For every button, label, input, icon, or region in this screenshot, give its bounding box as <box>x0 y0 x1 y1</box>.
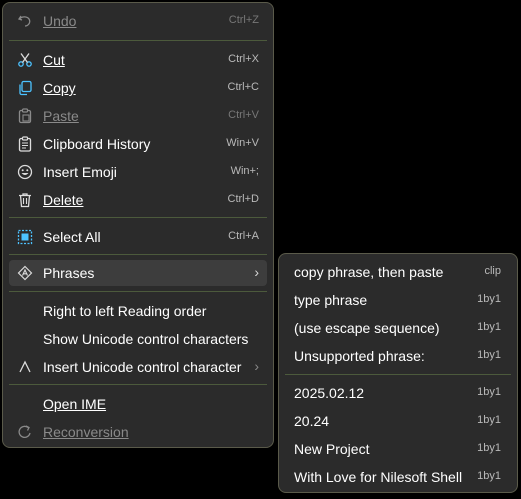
submenu-item-label: With Love for Nilesoft Shell <box>294 469 463 485</box>
phrases-submenu: copy phrase, then paste clip type phrase… <box>278 253 518 493</box>
shortcut-text: Ctrl+V <box>228 109 259 121</box>
menu-item-label: Reconversion <box>43 424 129 440</box>
menu-separator <box>9 291 267 292</box>
menu-item-insert-emoji[interactable]: Insert Emoji Win+; <box>9 159 267 185</box>
menu-item-label: Select All <box>43 229 101 245</box>
menu-item-label: Right to left Reading order <box>43 303 207 319</box>
menu-item-label: Insert Emoji <box>43 164 117 180</box>
submenu-item-label: 2025.02.12 <box>294 385 365 401</box>
menu-item-rtl-reading-order[interactable]: Right to left Reading order <box>9 298 267 324</box>
submenu-item[interactable]: Unsupported phrase: 1by1 <box>285 343 511 369</box>
submenu-item-tag: 1by1 <box>477 470 501 482</box>
copy-icon <box>17 80 33 96</box>
menu-item-label: Insert Unicode control character <box>43 359 242 375</box>
caret-icon <box>17 359 33 375</box>
submenu-item-label: (use escape sequence) <box>294 320 440 336</box>
emoji-icon <box>17 164 33 180</box>
menu-item-show-unicode-control[interactable]: Show Unicode control characters <box>9 326 267 352</box>
submenu-item-label: New Project <box>294 441 370 457</box>
select-all-icon <box>17 229 33 245</box>
submenu-item-label: type phrase <box>294 292 368 308</box>
menu-item-delete[interactable]: Delete Ctrl+D <box>9 187 267 213</box>
trash-icon <box>17 192 33 208</box>
menu-item-insert-unicode-control[interactable]: Insert Unicode control character › <box>9 354 267 380</box>
context-menu: Undo Ctrl+Z Cut Ctrl+X Copy Ctrl+C Paste… <box>2 2 274 448</box>
phrases-icon <box>17 265 33 281</box>
shortcut-text: Win+V <box>226 137 259 149</box>
submenu-item-label: Unsupported phrase: <box>294 348 425 364</box>
menu-item-label: Paste <box>43 108 79 124</box>
submenu-item-tag: 1by1 <box>477 414 501 426</box>
menu-item-select-all[interactable]: Select All Ctrl+A <box>9 224 267 250</box>
submenu-item-tag: 1by1 <box>477 386 501 398</box>
submenu-item[interactable]: New Project 1by1 <box>285 436 511 462</box>
menu-item-label: Copy <box>43 80 76 96</box>
shortcut-text: Ctrl+X <box>228 53 259 65</box>
menu-item-undo[interactable]: Undo Ctrl+Z <box>9 8 267 34</box>
menu-item-label: Phrases <box>43 265 95 281</box>
submenu-item-tag: clip <box>484 265 501 277</box>
menu-separator <box>9 40 267 41</box>
reconversion-icon <box>17 424 33 440</box>
submenu-item[interactable]: With Love for Nilesoft Shell 1by1 <box>285 464 511 490</box>
submenu-item[interactable]: 2025.02.12 1by1 <box>285 380 511 406</box>
menu-item-paste[interactable]: Paste Ctrl+V <box>9 103 267 129</box>
shortcut-text: Ctrl+D <box>227 193 259 205</box>
paste-icon <box>17 108 33 124</box>
menu-item-label: Clipboard History <box>43 136 151 152</box>
submenu-item-tag: 1by1 <box>477 293 501 305</box>
menu-item-cut[interactable]: Cut Ctrl+X <box>9 47 267 73</box>
menu-item-label: Show Unicode control characters <box>43 331 249 347</box>
menu-separator <box>9 384 267 385</box>
submenu-item-tag: 1by1 <box>477 321 501 333</box>
undo-icon <box>17 13 33 29</box>
submenu-item[interactable]: type phrase 1by1 <box>285 287 511 313</box>
chevron-right-icon: › <box>254 358 259 374</box>
submenu-item-label: copy phrase, then paste <box>294 264 444 280</box>
menu-item-open-ime[interactable]: Open IME <box>9 391 267 417</box>
menu-item-label: Delete <box>43 192 84 208</box>
menu-item-label: Undo <box>43 13 77 29</box>
chevron-right-icon: › <box>254 264 259 280</box>
shortcut-text: Ctrl+A <box>228 230 259 242</box>
submenu-item-label: 20.24 <box>294 413 330 429</box>
menu-separator <box>9 217 267 218</box>
menu-separator <box>285 374 511 375</box>
menu-item-label: Open IME <box>43 396 107 412</box>
submenu-item-tag: 1by1 <box>477 442 501 454</box>
menu-item-clipboard-history[interactable]: Clipboard History Win+V <box>9 131 267 157</box>
shortcut-text: Ctrl+Z <box>228 14 259 26</box>
submenu-item[interactable]: copy phrase, then paste clip <box>285 259 511 285</box>
clipboard-icon <box>17 136 33 152</box>
submenu-item-tag: 1by1 <box>477 349 501 361</box>
submenu-item[interactable]: 20.24 1by1 <box>285 408 511 434</box>
shortcut-text: Ctrl+C <box>227 81 259 93</box>
shortcut-text: Win+; <box>230 165 259 177</box>
scissors-icon <box>17 52 33 68</box>
menu-separator <box>9 254 267 255</box>
menu-item-reconversion[interactable]: Reconversion <box>9 419 267 445</box>
menu-item-label: Cut <box>43 52 65 68</box>
menu-item-phrases[interactable]: Phrases › <box>9 260 267 286</box>
menu-item-copy[interactable]: Copy Ctrl+C <box>9 75 267 101</box>
submenu-item[interactable]: (use escape sequence) 1by1 <box>285 315 511 341</box>
